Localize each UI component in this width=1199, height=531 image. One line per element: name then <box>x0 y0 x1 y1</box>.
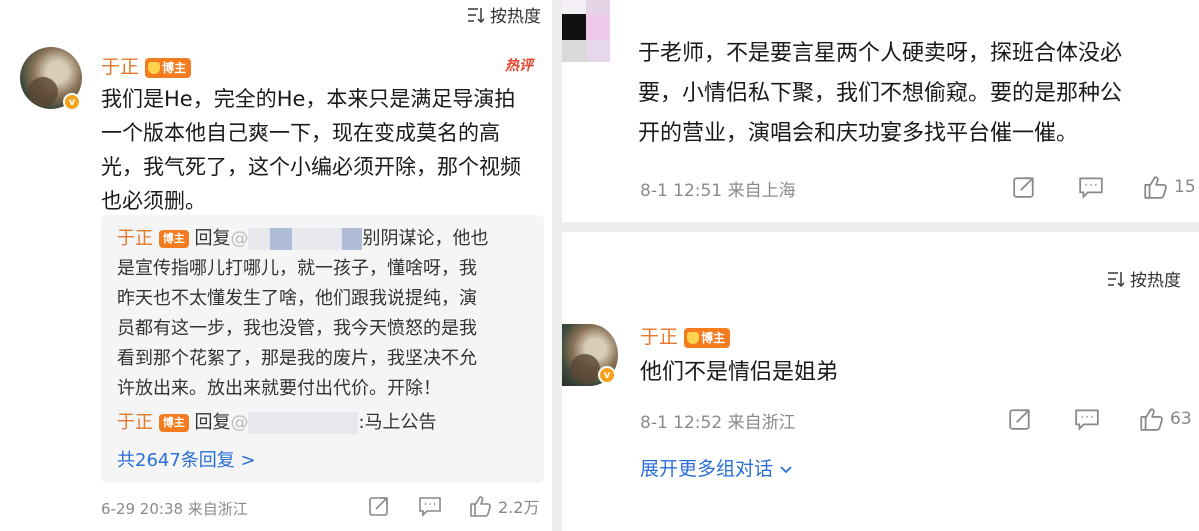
expand-conversation-link[interactable]: 展开更多组对话 <box>640 454 793 481</box>
reply-prefix: 回复 <box>194 412 231 433</box>
left-screenshot: 按热度 v 于正 博主 热评 我们是He，完全的He，本来只是满足导演拍 一个版… <box>0 0 552 531</box>
crown-icon <box>148 61 161 74</box>
like-count: 63 <box>1170 409 1192 429</box>
hot-comment-tag: 热评 <box>505 58 533 74</box>
reply-button[interactable] <box>418 495 442 517</box>
comment-author[interactable]: 于正 博主 <box>101 52 192 79</box>
sort-icon <box>1108 271 1125 287</box>
like-button[interactable]: 2.2万 <box>468 494 539 518</box>
share-button[interactable] <box>368 495 390 517</box>
reply-continuation: 是宣传指哪儿打哪儿，就一孩子，懂啥呀，我 昨天也不太懂发生了啥，他们跟我说提纯，… <box>117 258 477 399</box>
verified-icon: v <box>63 93 81 111</box>
like-icon <box>470 496 491 517</box>
comment-meta: 8-1 12:51 来自上海 <box>640 181 796 201</box>
comment-line: 于老师，不是要言星两个人硬卖呀，探班合体没必 <box>638 41 1123 66</box>
comment-line: 我们是He，完全的He，本来只是满足导演拍 <box>101 87 516 111</box>
redaction <box>270 228 293 250</box>
comment-icon <box>1079 177 1103 199</box>
comment-text: 他们不是情侣是姐弟 <box>640 360 839 385</box>
mention-at: @ <box>230 228 249 249</box>
comment-meta: 8-1 12:52 来自浙江 <box>640 413 796 433</box>
username[interactable]: 于正 <box>101 56 139 78</box>
reply-prefix: 回复 <box>194 228 231 249</box>
redaction <box>342 228 363 250</box>
mention-at: @ <box>230 412 249 433</box>
expand-label: 展开更多组对话 <box>640 458 774 480</box>
sort-icon <box>468 7 485 23</box>
image-divider <box>552 0 562 531</box>
redaction <box>292 228 343 250</box>
sort-label: 按热度 <box>490 7 541 27</box>
comment-text: 于老师，不是要言星两个人硬卖呀，探班合体没必 要，小情侣私下聚，我们不想偷窥。要… <box>638 34 1198 154</box>
share-button[interactable] <box>1008 407 1032 431</box>
comment-line: 开的营业，演唱会和庆功宴多找平台催一催。 <box>638 121 1079 146</box>
redaction <box>248 228 271 250</box>
reply-lead: 别阴谋论，他也 <box>362 228 489 249</box>
blogger-badge: 博主 <box>684 327 731 348</box>
share-icon <box>1013 177 1034 198</box>
reply-button[interactable] <box>1078 175 1104 199</box>
sort-by-hot-button[interactable]: 按热度 <box>1106 266 1181 291</box>
redacted-avatar <box>562 0 610 62</box>
username[interactable]: 于正 <box>640 326 678 348</box>
comment-line: 也必须删。 <box>101 189 206 213</box>
like-icon <box>1144 176 1167 199</box>
like-count: 15 <box>1174 177 1196 197</box>
like-icon <box>1140 408 1163 431</box>
comment-actions: 63 <box>1008 406 1192 432</box>
comment-actions: 15 <box>1012 174 1196 200</box>
comment-icon <box>419 497 441 517</box>
reply-item[interactable]: 于正 博主 回复@ 别阴谋论，他也 <box>117 224 537 254</box>
comment-actions: 2.2万 <box>368 494 539 518</box>
reply-button[interactable] <box>1074 407 1100 431</box>
like-count: 2.2万 <box>498 498 540 517</box>
share-icon <box>369 497 388 516</box>
verified-icon: v <box>598 366 616 384</box>
comment-line: 光，我气死了，这个小编必须开除，那个视频 <box>101 155 521 179</box>
sort-label: 按热度 <box>1130 271 1181 291</box>
view-all-replies-link[interactable]: 共2647条回复 > <box>117 446 256 472</box>
like-button[interactable]: 15 <box>1142 174 1196 200</box>
reply-username[interactable]: 于正 <box>117 228 153 249</box>
comment-text: 我们是He，完全的He，本来只是满足导演拍 一个版本他自己爽一下，现在变成莫名的… <box>101 82 546 218</box>
blogger-badge: 博主 <box>158 414 189 432</box>
like-button[interactable]: 63 <box>1138 406 1192 432</box>
chevron-down-icon <box>780 465 792 473</box>
comment-author[interactable]: 于正 博主 <box>640 322 731 349</box>
blogger-badge: 博主 <box>145 57 192 78</box>
section-divider <box>562 222 1199 232</box>
reply-username[interactable]: 于正 <box>117 412 153 433</box>
share-button[interactable] <box>1012 175 1036 199</box>
redaction <box>248 412 359 434</box>
right-screenshot: 于老师，不是要言星两个人硬卖呀，探班合体没必 要，小情侣私下聚，我们不想偷窥。要… <box>562 0 1199 531</box>
blogger-badge: 博主 <box>158 230 189 248</box>
reply-item[interactable]: 于正 博主 回复@ :马上公告 <box>117 408 537 438</box>
comment-icon <box>1075 409 1099 431</box>
comment-line: 要，小情侣私下聚，我们不想偷窥。要的是那种公 <box>638 81 1123 106</box>
reply-tail: :马上公告 <box>358 412 437 433</box>
crown-icon <box>687 331 700 344</box>
comment-line: 一个版本他自己爽一下，现在变成莫名的高 <box>101 121 500 145</box>
sort-by-hot-button[interactable]: 按热度 <box>466 2 541 27</box>
share-icon <box>1009 409 1030 430</box>
comment-meta: 6-29 20:38 来自浙江 <box>101 500 248 518</box>
